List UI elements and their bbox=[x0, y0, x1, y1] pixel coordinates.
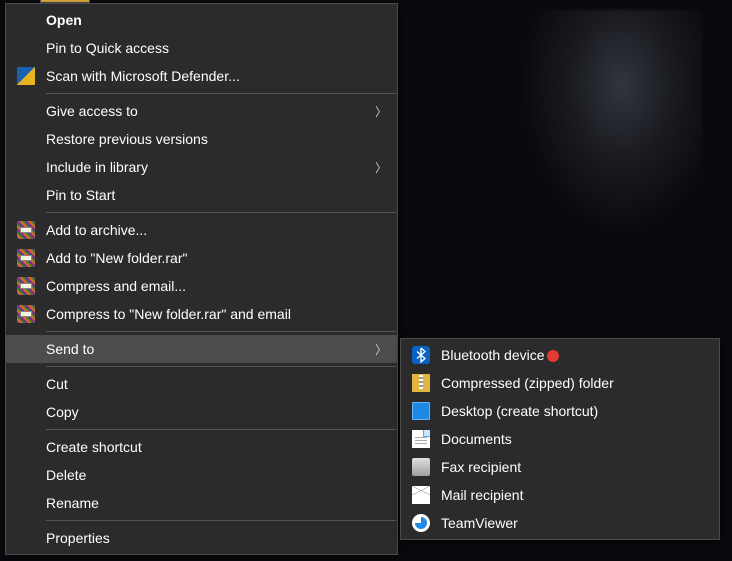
teamviewer-icon bbox=[401, 514, 441, 532]
menu-separator bbox=[46, 520, 396, 521]
menu-separator bbox=[46, 212, 396, 213]
winrar-icon bbox=[6, 221, 46, 239]
menu-label: Restore previous versions bbox=[46, 131, 387, 147]
winrar-icon bbox=[6, 249, 46, 267]
menu-item-rename[interactable]: Rename bbox=[6, 489, 397, 517]
menu-label: Pin to Quick access bbox=[46, 40, 387, 56]
menu-item-restore-previous-versions[interactable]: Restore previous versions bbox=[6, 125, 397, 153]
menu-item-give-access-to[interactable]: Give access to 〉 bbox=[6, 97, 397, 125]
menu-label: Documents bbox=[441, 431, 709, 447]
winrar-icon bbox=[6, 305, 46, 323]
menu-item-delete[interactable]: Delete bbox=[6, 461, 397, 489]
menu-item-scan-defender[interactable]: Scan with Microsoft Defender... bbox=[6, 62, 397, 90]
submenu-item-documents[interactable]: Documents bbox=[401, 425, 719, 453]
submenu-item-compressed-folder[interactable]: Compressed (zipped) folder bbox=[401, 369, 719, 397]
menu-separator bbox=[46, 331, 396, 332]
menu-label: Rename bbox=[46, 495, 387, 511]
chevron-right-icon: 〉 bbox=[367, 341, 387, 358]
submenu-item-bluetooth-device[interactable]: Bluetooth device bbox=[401, 341, 719, 369]
zip-folder-icon bbox=[401, 374, 441, 392]
documents-icon bbox=[401, 430, 441, 448]
menu-label: Cut bbox=[46, 376, 387, 392]
menu-label: Fax recipient bbox=[441, 459, 709, 475]
menu-item-pin-quick-access[interactable]: Pin to Quick access bbox=[6, 34, 397, 62]
chevron-right-icon: 〉 bbox=[367, 159, 387, 176]
context-menu: Open Pin to Quick access Scan with Micro… bbox=[5, 3, 398, 555]
submenu-item-desktop-shortcut[interactable]: Desktop (create shortcut) bbox=[401, 397, 719, 425]
menu-label: Delete bbox=[46, 467, 387, 483]
menu-label: Compress to "New folder.rar" and email bbox=[46, 306, 387, 322]
menu-item-copy[interactable]: Copy bbox=[6, 398, 397, 426]
menu-label: Give access to bbox=[46, 103, 367, 119]
menu-item-add-to-archive[interactable]: Add to archive... bbox=[6, 216, 397, 244]
menu-label: Scan with Microsoft Defender... bbox=[46, 68, 387, 84]
menu-label: Copy bbox=[46, 404, 387, 420]
menu-separator bbox=[46, 93, 396, 94]
fax-icon bbox=[401, 458, 441, 476]
menu-label: Include in library bbox=[46, 159, 367, 175]
menu-label: Compressed (zipped) folder bbox=[441, 375, 709, 391]
menu-item-properties[interactable]: Properties bbox=[6, 524, 397, 552]
menu-label: Bluetooth device bbox=[441, 347, 709, 363]
submenu-item-teamviewer[interactable]: TeamViewer bbox=[401, 509, 719, 537]
menu-label: Add to archive... bbox=[46, 222, 387, 238]
menu-label: TeamViewer bbox=[441, 515, 709, 531]
menu-item-cut[interactable]: Cut bbox=[6, 370, 397, 398]
winrar-icon bbox=[6, 277, 46, 295]
menu-item-pin-to-start[interactable]: Pin to Start bbox=[6, 181, 397, 209]
menu-label: Open bbox=[46, 12, 387, 28]
menu-label: Desktop (create shortcut) bbox=[441, 403, 709, 419]
menu-item-create-shortcut[interactable]: Create shortcut bbox=[6, 433, 397, 461]
wallpaper-figure bbox=[502, 10, 702, 260]
bluetooth-icon bbox=[401, 346, 441, 364]
menu-label: Send to bbox=[46, 341, 367, 357]
submenu-item-mail-recipient[interactable]: Mail recipient bbox=[401, 481, 719, 509]
menu-label: Create shortcut bbox=[46, 439, 387, 455]
mail-icon bbox=[401, 486, 441, 504]
desktop-icon bbox=[401, 402, 441, 420]
submenu-item-fax-recipient[interactable]: Fax recipient bbox=[401, 453, 719, 481]
menu-label: Pin to Start bbox=[46, 187, 387, 203]
menu-separator bbox=[46, 429, 396, 430]
menu-label: Properties bbox=[46, 530, 387, 546]
menu-item-open[interactable]: Open bbox=[6, 6, 397, 34]
annotation-marker-icon bbox=[547, 350, 559, 362]
menu-label: Mail recipient bbox=[441, 487, 709, 503]
menu-item-include-in-library[interactable]: Include in library 〉 bbox=[6, 153, 397, 181]
send-to-submenu: Bluetooth device Compressed (zipped) fol… bbox=[400, 338, 720, 540]
menu-separator bbox=[46, 366, 396, 367]
menu-label: Add to "New folder.rar" bbox=[46, 250, 387, 266]
menu-item-add-to-rar[interactable]: Add to "New folder.rar" bbox=[6, 244, 397, 272]
defender-shield-icon bbox=[6, 67, 46, 85]
menu-label: Compress and email... bbox=[46, 278, 387, 294]
menu-item-compress-rar-and-email[interactable]: Compress to "New folder.rar" and email bbox=[6, 300, 397, 328]
menu-item-compress-and-email[interactable]: Compress and email... bbox=[6, 272, 397, 300]
menu-item-send-to[interactable]: Send to 〉 bbox=[6, 335, 397, 363]
chevron-right-icon: 〉 bbox=[367, 103, 387, 120]
